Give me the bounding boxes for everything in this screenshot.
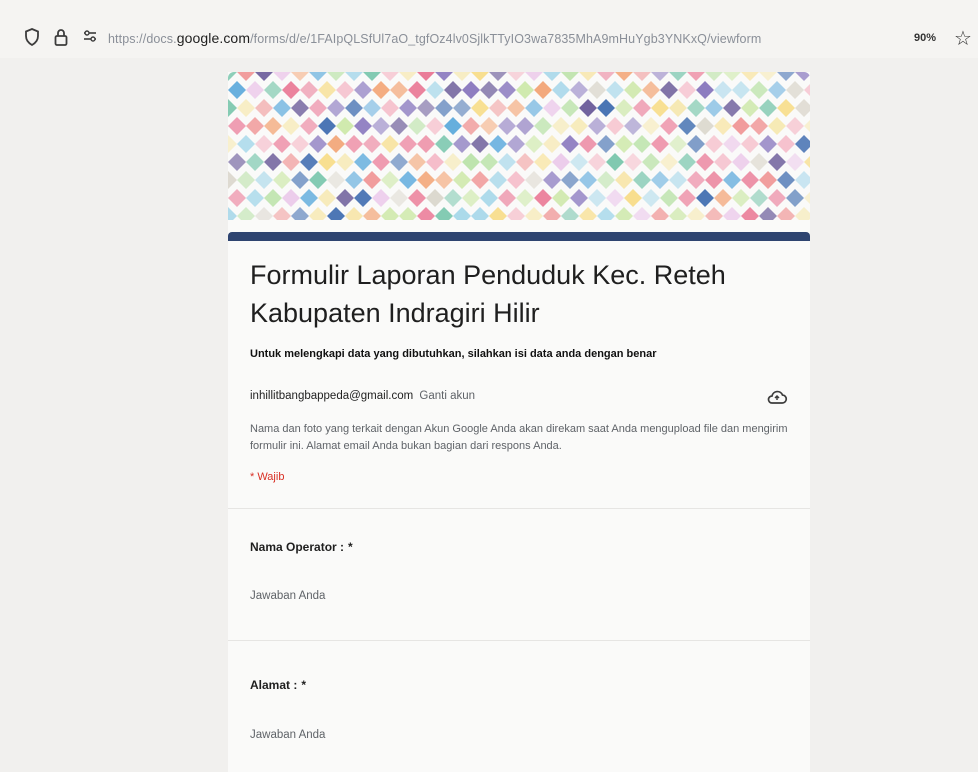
account-email: inhillitbangbappeda@gmail.com — [250, 390, 414, 402]
address-bar[interactable]: https://docs.google.com/forms/d/e/1FAIpQ… — [108, 30, 761, 46]
url-prefix: https://docs. — [108, 32, 177, 46]
question-text: Alamat : — [250, 678, 298, 692]
privacy-notice: Nama dan foto yang terkait dengan Akun G… — [250, 423, 788, 452]
banner-overlay — [228, 72, 810, 220]
section-divider — [228, 508, 810, 509]
account-row: inhillitbangbappeda@gmail.com Ganti akun — [250, 390, 475, 402]
answer-input-alamat[interactable]: Jawaban Anda — [250, 729, 550, 741]
required-asterisk: * — [301, 678, 307, 692]
question-text: Nama Operator : — [250, 540, 345, 554]
question-label-nama-operator: Nama Operator : * — [250, 540, 353, 554]
bookmark-star-icon[interactable]: ☆ — [954, 26, 972, 51]
url-path: /forms/d/e/1FAIpQLSfUl7aO_tgfOz4lv0SjlkT… — [250, 32, 762, 46]
form-description: Untuk melengkapi data yang dibutuhkan, s… — [250, 348, 657, 360]
form-accent-bar — [228, 232, 810, 241]
zoom-level[interactable]: 90% — [914, 32, 936, 44]
site-permissions-icon[interactable] — [82, 28, 98, 49]
answer-input-nama-operator[interactable]: Jawaban Anda — [250, 590, 550, 602]
form-header-image — [228, 72, 810, 220]
required-note: * Wajib — [250, 471, 285, 483]
required-asterisk: * — [348, 540, 353, 554]
form-title: Formulir Laporan Penduduk Kec. Reteh Kab… — [250, 260, 726, 328]
question-divider — [228, 640, 810, 641]
shield-icon[interactable] — [24, 28, 40, 51]
switch-account-link[interactable]: Ganti akun — [419, 390, 475, 402]
url-host: google.com — [176, 30, 251, 46]
question-label-alamat: Alamat : * — [250, 678, 306, 692]
cloud-saved-icon[interactable] — [766, 388, 788, 411]
browser-toolbar: https://docs.google.com/forms/d/e/1FAIpQ… — [0, 0, 978, 58]
lock-icon[interactable] — [54, 28, 68, 51]
